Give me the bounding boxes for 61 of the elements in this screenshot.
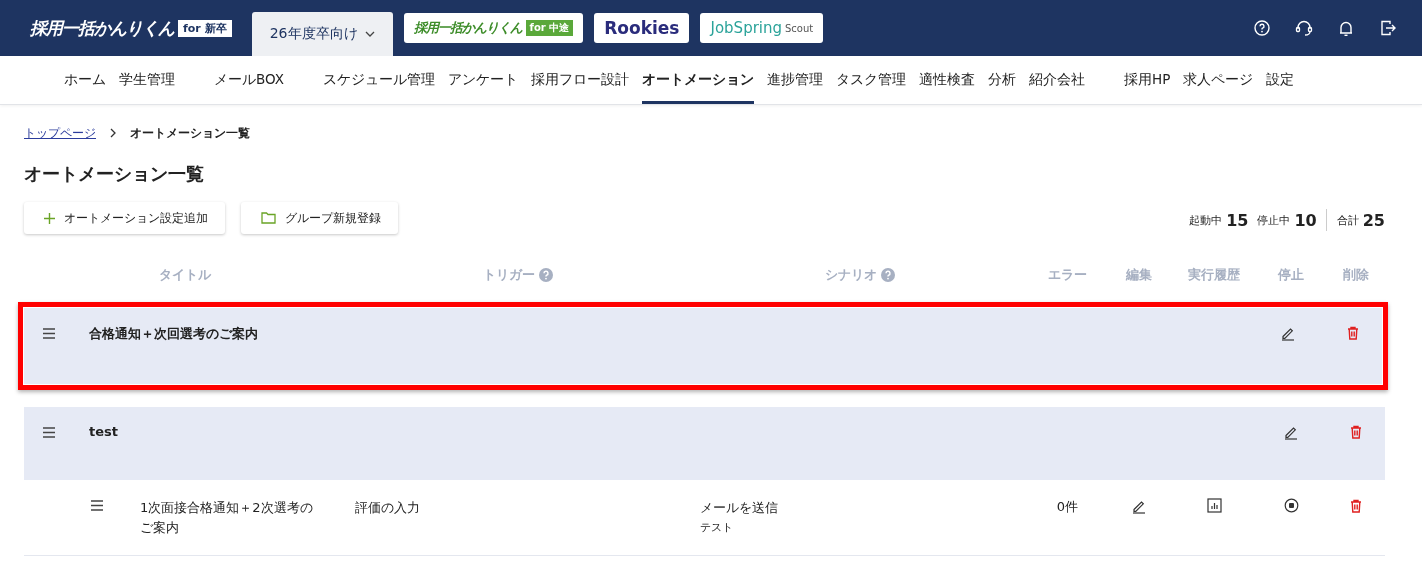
nav-tab[interactable]: アンケート: [448, 56, 519, 104]
drag-handle-icon[interactable]: [90, 500, 104, 511]
product-link[interactable]: Rookies: [594, 13, 690, 43]
column-header: 削除: [1342, 266, 1369, 284]
add-automation-button[interactable]: オートメーション設定追加: [24, 202, 225, 234]
history-button[interactable]: [1206, 498, 1222, 513]
nav-tab[interactable]: 進捗管理: [767, 56, 824, 104]
column-header: シナリオ: [825, 266, 877, 284]
product-link[interactable]: 採用一括かんりくん for 中途: [403, 13, 584, 43]
nav-tab[interactable]: 求人ページ: [1183, 56, 1254, 104]
column-header: エラー: [1048, 266, 1087, 284]
chevron-down-icon: [364, 31, 375, 37]
trigger-text: 評価の入力: [355, 500, 420, 515]
column-header: 編集: [1125, 266, 1152, 284]
group-title: test: [89, 424, 119, 439]
app-logo[interactable]: 採用一括かんりくん for 新卒: [30, 16, 232, 40]
nav-tab[interactable]: 採用フロー設計: [531, 56, 630, 104]
nav-tab[interactable]: 分析: [988, 56, 1017, 104]
nav-tab[interactable]: 設定: [1266, 56, 1295, 104]
stat-label: 起動中: [1189, 212, 1223, 228]
bell-icon[interactable]: [1337, 19, 1355, 37]
stat-value: 25: [1362, 210, 1385, 230]
plus-icon: [44, 212, 55, 224]
edit-button[interactable]: [1283, 424, 1299, 440]
folder-icon: [261, 212, 276, 224]
error-count: 0件: [1056, 498, 1079, 516]
nav-tab[interactable]: メールBOX: [214, 56, 285, 104]
stat-value: 10: [1294, 210, 1317, 230]
edit-button[interactable]: [1280, 325, 1296, 341]
group-title: 合格通知＋次回選考のご案内: [89, 325, 259, 343]
stop-button[interactable]: [1283, 498, 1299, 513]
nav-tab[interactable]: 適性検査: [919, 56, 976, 104]
nav-tab[interactable]: ホーム: [64, 56, 106, 104]
edit-button[interactable]: [1130, 498, 1147, 514]
nav-tab[interactable]: 学生管理: [119, 56, 175, 104]
stat-label: 停止中: [1257, 212, 1291, 228]
year-dropdown[interactable]: 26年度卒向け: [251, 12, 393, 56]
breadcrumb-link[interactable]: トップページ: [24, 124, 96, 142]
headset-icon[interactable]: [1295, 19, 1313, 37]
breadcrumb-current: オートメーション一覧: [130, 124, 250, 142]
nav-tab[interactable]: 採用HP: [1124, 56, 1171, 104]
automation-title: 1次面接合格通知＋2次選考のご案内: [140, 500, 313, 535]
logout-icon[interactable]: [1379, 19, 1397, 37]
stat-value: 15: [1226, 210, 1249, 230]
column-header: トリガー: [482, 266, 535, 284]
nav-tab[interactable]: 紹介会社: [1029, 56, 1086, 104]
column-header: 停止: [1278, 266, 1304, 284]
new-group-button[interactable]: グループ新規登録: [241, 202, 398, 234]
column-header: タイトル: [158, 266, 211, 284]
nav-tab[interactable]: スケジュール管理: [323, 56, 436, 104]
stat-label: 合計: [1336, 212, 1359, 228]
drag-handle-icon[interactable]: [42, 427, 56, 438]
scenario-text: メールを送信: [700, 499, 779, 517]
chevron-right-icon: [110, 128, 116, 138]
column-header: 実行履歴: [1188, 266, 1240, 284]
nav-tab[interactable]: オートメーション: [642, 56, 755, 104]
page-title: オートメーション一覧: [24, 162, 205, 186]
help-icon[interactable]: [1253, 19, 1271, 37]
nav-tab[interactable]: タスク管理: [836, 56, 907, 104]
drag-handle-icon[interactable]: [42, 328, 56, 339]
scenario-detail: テスト: [700, 520, 734, 536]
